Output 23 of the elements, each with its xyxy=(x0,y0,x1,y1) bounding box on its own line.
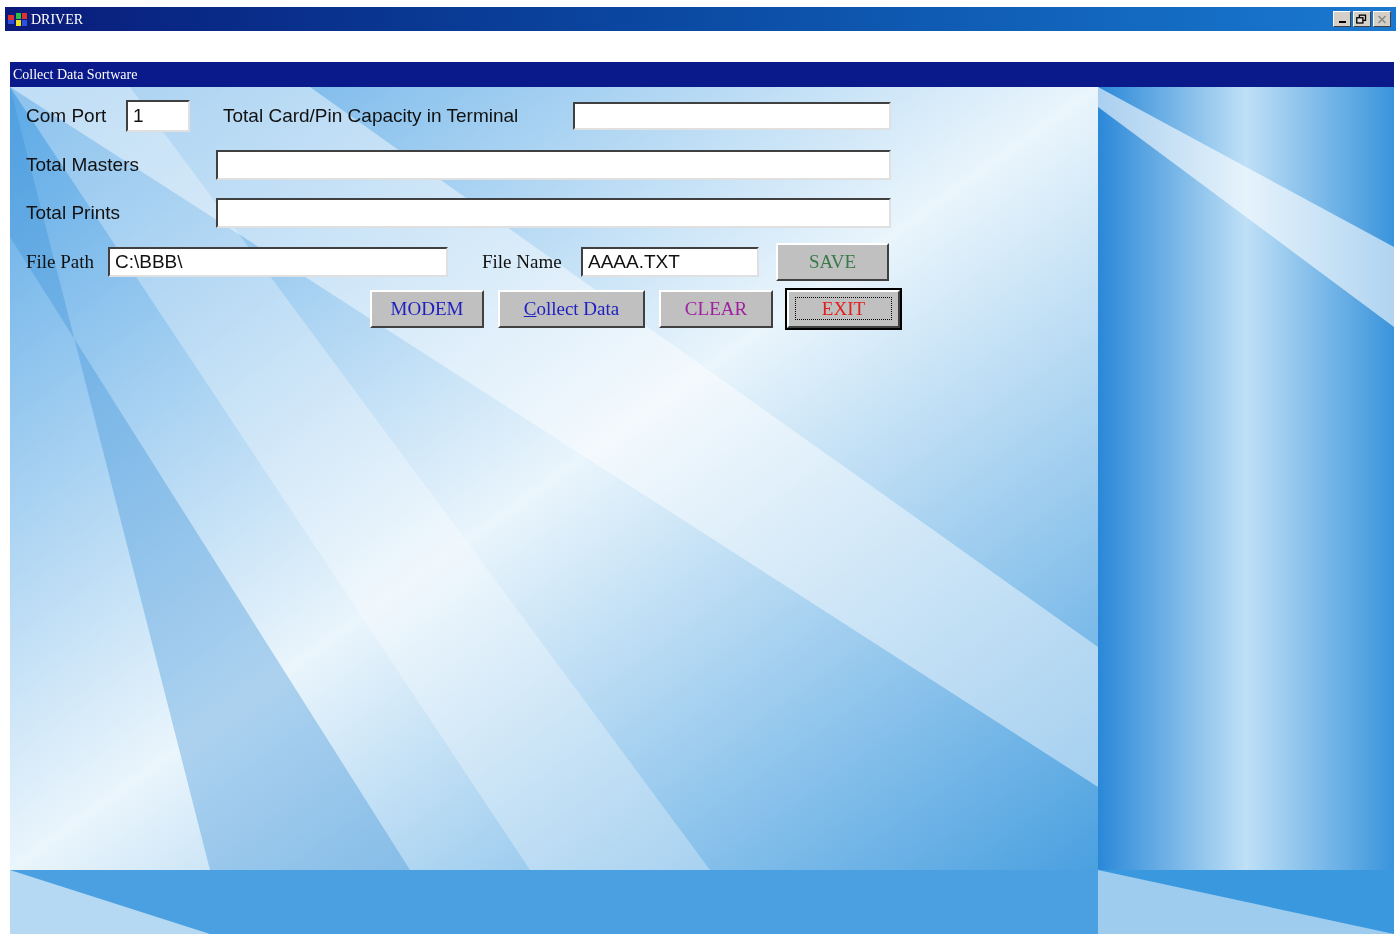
field-label: File Name xyxy=(482,249,563,274)
field-label: Total Masters xyxy=(26,152,140,177)
input-field[interactable] xyxy=(216,150,891,180)
input-field[interactable] xyxy=(216,198,891,228)
field-label: Total Prints xyxy=(26,200,121,225)
command-button[interactable]: MODEM xyxy=(370,290,484,328)
input-field[interactable] xyxy=(573,102,891,130)
input-field[interactable]: 1 xyxy=(126,100,190,132)
field-label: Com Port xyxy=(26,103,108,128)
command-button[interactable]: CLEAR xyxy=(659,290,773,328)
minimize-icon xyxy=(1338,21,1346,23)
close-button[interactable] xyxy=(1373,11,1391,27)
field-label: Total Card/Pin Capacity in Terminal xyxy=(223,103,520,128)
command-button[interactable]: Collect Data xyxy=(498,290,645,328)
restore-icon xyxy=(1355,12,1369,26)
input-field[interactable]: C:\BBB\ xyxy=(108,247,448,277)
form-title: Collect Data Sortware xyxy=(13,66,138,84)
input-field[interactable]: AAAA.TXT xyxy=(581,247,759,277)
field-label: File Path xyxy=(26,249,96,274)
minimize-button[interactable] xyxy=(1333,11,1351,27)
restore-button[interactable] xyxy=(1353,11,1371,27)
window-title: DRIVER xyxy=(31,10,84,29)
app-logo-icon xyxy=(7,11,29,27)
